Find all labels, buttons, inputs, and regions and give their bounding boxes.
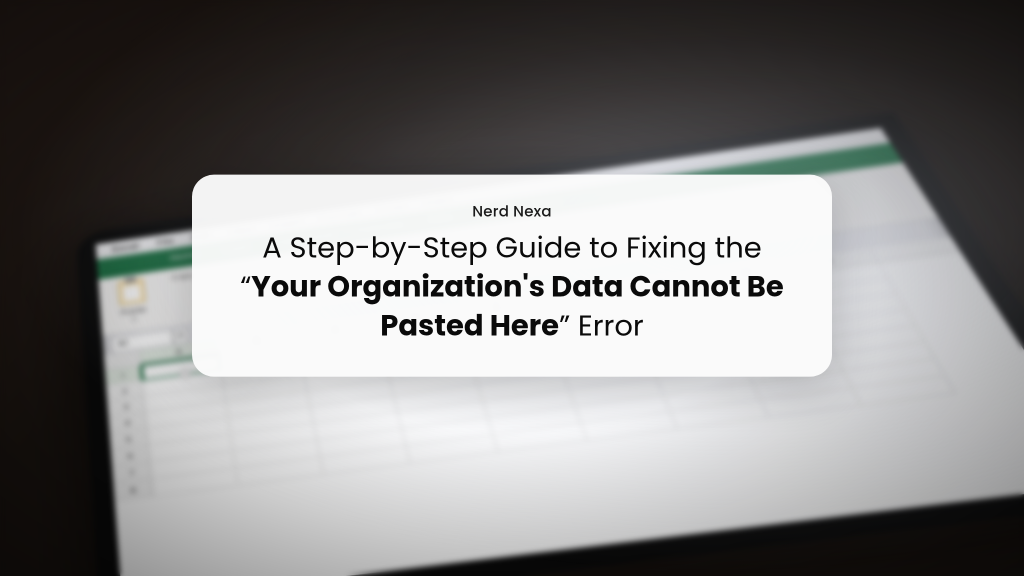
clipboard-icon	[117, 278, 146, 306]
title-quote-close: ”	[559, 307, 570, 347]
cursor-plus-icon: ✚	[178, 365, 192, 383]
menubar-app-name: Excel	[112, 240, 140, 255]
chevron-down-icon: ▼	[131, 316, 138, 324]
title-suffix: Error	[570, 307, 644, 347]
article-title: A Step-by-Step Guide to Fixing the “Your…	[238, 230, 786, 347]
paste-button: Paste ▼	[107, 276, 159, 328]
title-card: Nerd Nexa A Step-by-Step Guide to Fixing…	[192, 175, 832, 377]
cell-reference-chevron-icon: ▼	[172, 327, 189, 344]
title-bold: Your Organization's Data Cannot Be Paste…	[251, 268, 784, 347]
menubar-item-file: File	[156, 235, 175, 248]
title-line1: A Step-by-Step Guide to Fixing the	[262, 229, 761, 269]
row-header-8: 8	[113, 479, 153, 502]
brand-name: Nerd Nexa	[238, 201, 786, 224]
copy-label: Copy	[171, 270, 194, 282]
title-quote-open: “	[240, 268, 251, 308]
